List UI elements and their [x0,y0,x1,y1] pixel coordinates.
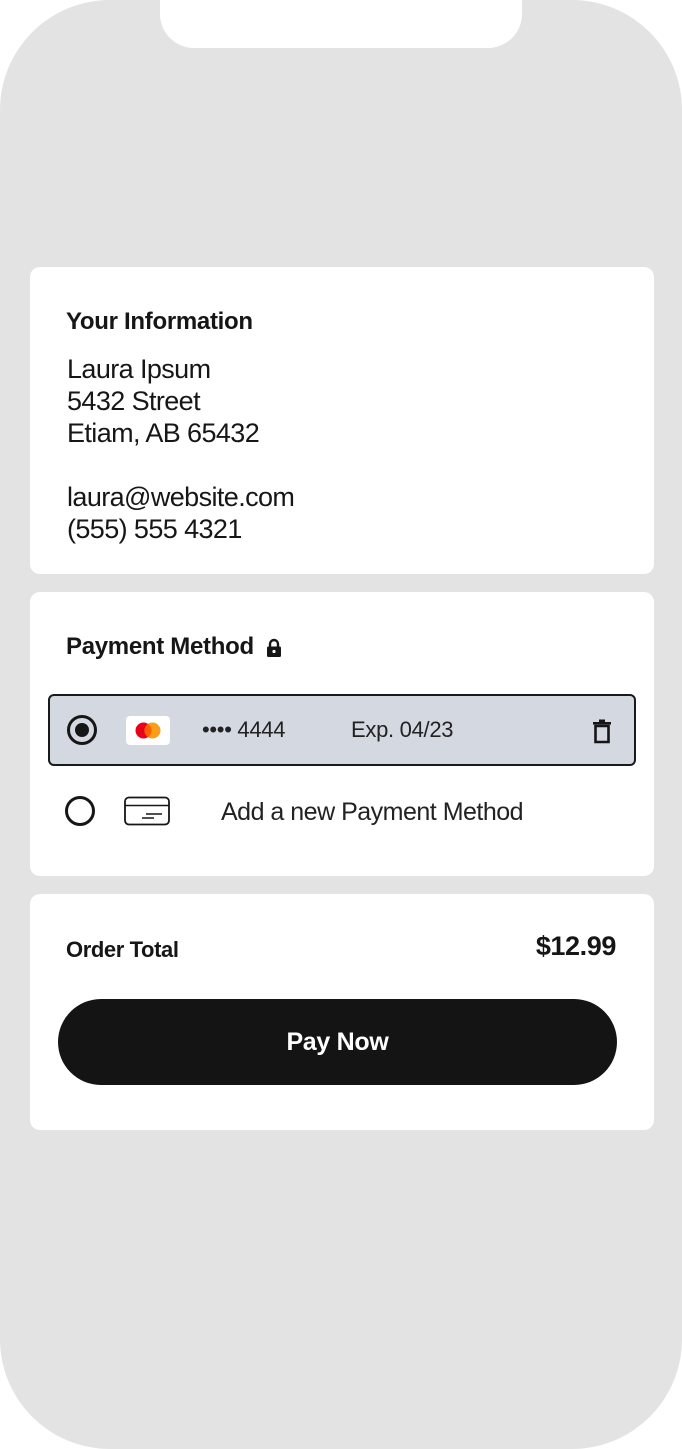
payment-method-card: Payment Method •••• 4444 Exp. 04/23 Add … [30,592,654,876]
credit-card-icon [124,796,170,826]
pay-now-button[interactable]: Pay Now [58,999,617,1085]
payment-method-title-row: Payment Method [66,633,282,661]
trash-icon[interactable] [592,718,612,744]
add-payment-method-label: Add a new Payment Method [221,798,524,826]
card-expiry: Exp. 04/23 [351,717,454,742]
add-payment-radio[interactable] [65,796,95,826]
customer-email: laura@website.com [67,482,295,512]
address-street: 5432 Street [67,386,201,416]
phone-frame: Your Information Laura Ipsum 5432 Street… [0,0,682,1449]
saved-card-radio[interactable] [67,715,97,745]
your-information-title: Your Information [66,308,253,335]
payment-method-title: Payment Method [66,633,254,660]
order-total-label: Order Total [66,937,179,962]
add-payment-method-option[interactable]: Add a new Payment Method [48,776,636,848]
customer-phone: (555) 555 4321 [67,514,242,544]
address-city: Etiam, AB 65432 [67,418,260,448]
customer-name: Laura Ipsum [67,354,211,384]
your-information-card: Your Information Laura Ipsum 5432 Street… [30,267,654,574]
device-notch [160,0,522,48]
mastercard-icon [126,716,170,745]
order-total-card: Order Total $12.99 Pay Now [30,894,654,1130]
saved-card-option[interactable]: •••• 4444 Exp. 04/23 [48,694,636,766]
lock-icon [266,637,282,657]
radio-selected-dot [75,723,89,737]
contact-details: Laura Ipsum 5432 Street Etiam, AB 65432 … [67,353,295,545]
card-number-masked: •••• 4444 [202,717,286,742]
order-total-value: $12.99 [535,931,617,961]
